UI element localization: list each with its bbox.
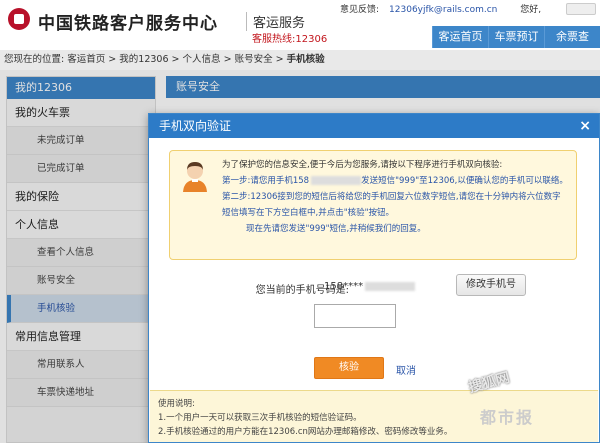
nav-booking[interactable]: 车票预订 (488, 26, 544, 48)
greeting: 您好, (520, 5, 542, 15)
site-title: 中国铁路客户服务中心 (38, 14, 218, 34)
breadcrumb-home[interactable]: 客运首页 (67, 54, 105, 65)
dialog-title: 手机双向验证 (159, 119, 232, 133)
breadcrumb: 您现在的位置: 客运首页 > 我的12306 > 个人信息 > 账号安全 > 手… (0, 50, 600, 70)
breadcrumb-profile[interactable]: 个人信息 (183, 54, 221, 65)
phone-number-value: 158**** (324, 281, 416, 292)
instructions-box: 为了保护您的信息安全,便于今后为您服务,请按以下程序进行手机双向核验: 第一步:… (169, 150, 577, 260)
user-name-badge[interactable] (566, 3, 596, 15)
watermark-paper: 都市报 (480, 408, 535, 427)
feedback-label: 意见反馈: 12306yjfk@rails.com.cn (340, 5, 498, 15)
instructions-step2: 第二步:12306接到您的短信后将给您的手机回复六位数字短信,请您在十分钟内将六… (222, 192, 561, 218)
service-hotline: 客服热线:12306 (252, 34, 328, 45)
site-subtitle: 客运服务 (246, 12, 305, 31)
nav-home[interactable]: 客运首页 (432, 26, 488, 48)
phone-verify-dialog: 手机双向验证 × 为了保护您的信息安全,便于今后为您服务,请按以下程序进行手机双… (148, 113, 600, 443)
close-icon[interactable]: × (579, 114, 591, 138)
breadcrumb-my12306[interactable]: 我的12306 (119, 54, 168, 65)
change-phone-button[interactable]: 修改手机号 (456, 274, 526, 296)
dialog-titlebar: 手机双向验证 × (149, 114, 599, 138)
masked-number (311, 176, 362, 185)
instructions-step3: 现在先请您发送"999"短信,并稍候我们的回复。 (246, 224, 426, 234)
instructions-intro: 为了保护您的信息安全,便于今后为您服务,请按以下程序进行手机双向核验: (222, 160, 503, 170)
railway-logo-icon (8, 8, 30, 30)
customer-service-avatar-icon (183, 162, 207, 192)
nav-remaining[interactable]: 余票查 (544, 26, 600, 48)
verification-code-input[interactable] (314, 304, 396, 328)
instructions-step1: 第一步:请您用手机158 发送短信"999"至12306,以便确认您的手机可以联络… (222, 176, 568, 186)
verify-button[interactable]: 核验 (314, 357, 384, 379)
top-links: 意见反馈: 12306yjfk@rails.com.cn 您好, (340, 2, 551, 15)
breadcrumb-current: 手机核验 (286, 54, 325, 65)
cancel-link[interactable]: 取消 (396, 362, 416, 377)
masked-phone-digits (365, 281, 416, 291)
site-header: 中国铁路客户服务中心 客运服务 客服热线:12306 意见反馈: 12306yjf… (0, 0, 600, 48)
breadcrumb-security[interactable]: 账号安全 (235, 54, 273, 65)
main-nav: 客运首页 车票预订 余票查 (432, 26, 600, 48)
feedback-email-link[interactable]: 12306yjfk@rails.com.cn (389, 5, 497, 15)
breadcrumb-prefix: 您现在的位置: (4, 54, 65, 65)
